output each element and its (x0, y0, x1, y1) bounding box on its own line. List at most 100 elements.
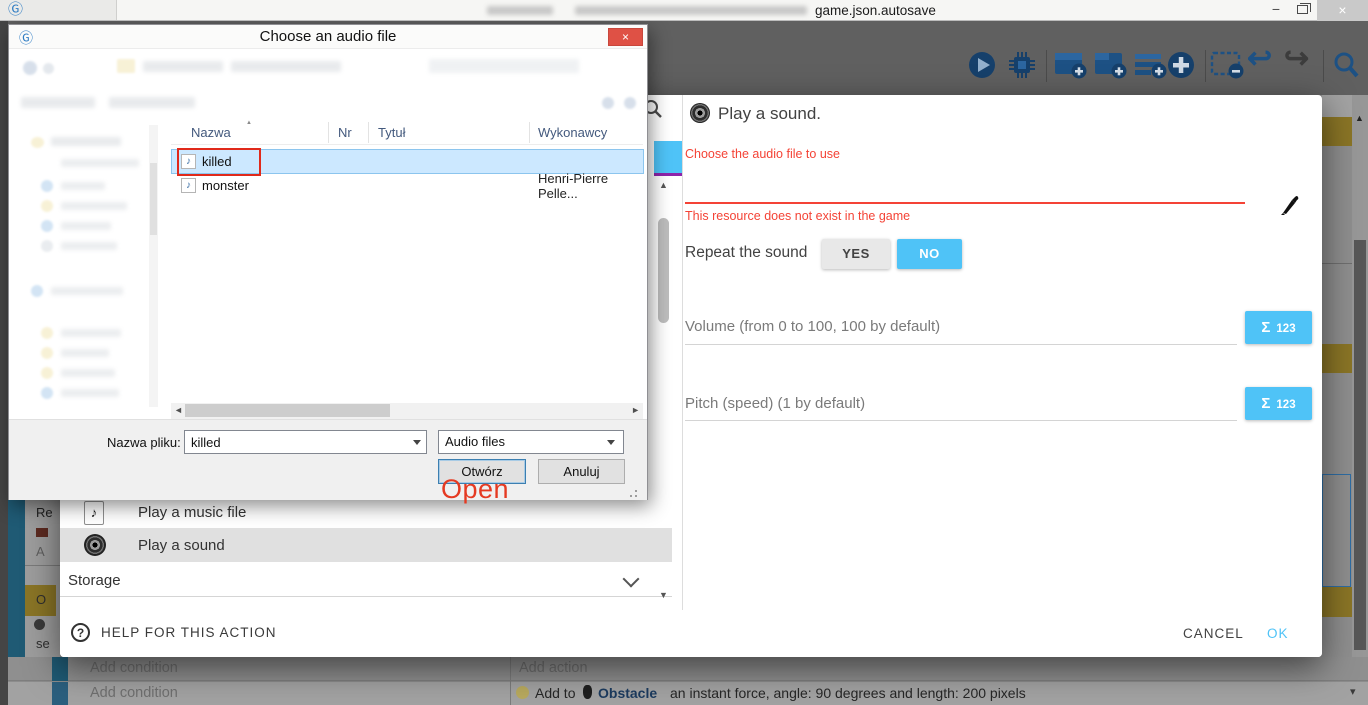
action-text-suffix: an instant force, angle: 90 degrees and … (670, 685, 1026, 701)
toolbar-separator (1046, 50, 1047, 82)
repeat-sound-label: Repeat the sound (685, 244, 807, 262)
horizontal-scrollbar[interactable]: ◄ ► (171, 403, 643, 419)
event-fragment-text: O (36, 592, 46, 607)
combo-arrow-icon[interactable] (413, 440, 421, 445)
scroll-up-icon[interactable]: ▲ (1355, 113, 1364, 123)
search-box-ghost[interactable] (429, 59, 579, 73)
redo-icon[interactable]: ↪ (1284, 44, 1309, 74)
help-icon: ? (71, 623, 90, 642)
forward-icon[interactable] (43, 63, 54, 74)
volume-field-label: Volume (from 0 to 100, 100 by default) (685, 318, 940, 335)
filetype-select[interactable]: Audio files (438, 430, 624, 454)
new-folder-ghost[interactable] (109, 97, 195, 108)
chevron-down-icon (623, 571, 640, 588)
search-icon[interactable] (1331, 50, 1361, 85)
blurred-title-text (487, 6, 553, 15)
pitch-expression-button[interactable]: Σ 123 (1245, 387, 1312, 420)
group-header-storage[interactable]: Storage (60, 565, 672, 597)
list-item-play-sound[interactable]: Play a sound (60, 528, 672, 562)
events-sheet-right-fragment: ▲ (1322, 95, 1368, 657)
file-row-monster[interactable]: ♪ monster Henri-Pierre Pelle... (172, 174, 643, 197)
column-separator[interactable] (328, 122, 329, 143)
address-path-ghost[interactable] (231, 61, 341, 72)
list-item-label: Play a music file (138, 504, 246, 521)
column-separator[interactable] (529, 122, 530, 143)
scrollbar-thumb[interactable] (150, 163, 157, 235)
add-comment-icon[interactable] (1133, 50, 1167, 85)
column-header-nr[interactable]: Nr (338, 121, 352, 144)
address-path-ghost[interactable] (143, 61, 223, 72)
column-header-performers[interactable]: Wykonawcy uczes... (538, 121, 647, 144)
audio-file-icon: ♪ (181, 178, 196, 193)
file-chooser-dialog: Ⓖ Choose an audio file × (8, 24, 648, 500)
filename-input[interactable] (184, 430, 427, 454)
caret-down-icon[interactable]: ▾ (1350, 685, 1356, 698)
event-fragment-text: A (36, 544, 45, 559)
minimize-button[interactable]: − (1266, 1, 1286, 21)
pitch-input[interactable] (685, 420, 1237, 421)
number-badge: 123 (1276, 323, 1295, 335)
organize-menu-ghost[interactable] (21, 97, 95, 108)
play-icon[interactable] (967, 50, 997, 85)
column-separator[interactable] (368, 122, 369, 143)
list-item-play-music-file[interactable]: ♪ Play a music file (60, 497, 672, 528)
repeat-yes-button[interactable]: YES (822, 239, 890, 269)
add-condition-button[interactable]: Add condition (90, 685, 178, 701)
close-window-button[interactable]: × (1317, 0, 1368, 21)
event-divider (1322, 263, 1352, 264)
delete-event-icon[interactable] (1210, 50, 1244, 85)
debug-icon[interactable] (1007, 50, 1037, 85)
dialog-footer: ? HELP FOR THIS ACTION CANCEL OK (60, 610, 1322, 657)
brush-edit-icon[interactable] (1277, 193, 1299, 220)
action-title: Play a sound. (718, 104, 821, 124)
add-sub-event-icon[interactable] (1093, 50, 1127, 85)
add-event-icon[interactable] (1053, 50, 1087, 85)
annotation-open-label: Open (441, 474, 509, 505)
toolbar-separator (1205, 50, 1206, 82)
window-title-autosave: game.json.autosave (815, 3, 936, 18)
group-label: Storage (68, 572, 121, 589)
repeat-no-button[interactable]: NO (897, 239, 962, 269)
volume-input[interactable] (685, 344, 1237, 345)
pitch-field-label: Pitch (speed) (1 by default) (685, 395, 865, 412)
column-header-title[interactable]: Tytuł (378, 121, 405, 144)
help-link-label: HELP FOR THIS ACTION (101, 625, 277, 640)
back-icon[interactable] (23, 61, 37, 75)
scrollbar-thumb[interactable] (185, 404, 390, 417)
window-titlebar: Ⓖ game.json.autosave − × (0, 0, 1368, 21)
sigma-icon: Σ (1261, 395, 1270, 412)
audio-file-input[interactable] (685, 202, 1245, 204)
combo-arrow-icon[interactable] (607, 440, 615, 445)
selected-category-tab[interactable] (654, 141, 682, 176)
annotation-highlight-box (177, 148, 261, 176)
undo-icon[interactable]: ↩ (1247, 44, 1272, 74)
help-icon-ghost[interactable] (624, 97, 636, 109)
column-header-name[interactable]: Nazwa (191, 121, 231, 144)
scroll-right-icon[interactable]: ► (631, 405, 640, 415)
file-dialog-close-button[interactable]: × (608, 28, 643, 46)
audio-file-field-label: Choose the audio file to use (685, 147, 840, 161)
add-action-button[interactable]: Add action (519, 660, 588, 676)
cancel-button[interactable]: Anuluj (538, 459, 625, 484)
file-dialog-footer: Nazwa pliku: Audio files Otwórz Anuluj (9, 419, 647, 500)
cancel-button[interactable]: CANCEL (1183, 626, 1244, 641)
ok-button[interactable]: OK (1267, 626, 1289, 641)
number-badge: 123 (1276, 399, 1295, 411)
condition-column-bar (52, 657, 68, 681)
scrollbar-thumb[interactable] (1354, 240, 1366, 650)
blurred-title-path (575, 6, 807, 15)
scroll-left-icon[interactable]: ◄ (174, 405, 183, 415)
scroll-down-icon[interactable]: ▼ (659, 590, 668, 600)
folder-icon (117, 59, 135, 73)
help-link[interactable]: ? HELP FOR THIS ACTION (71, 623, 277, 642)
add-icon[interactable] (1166, 50, 1196, 85)
scroll-up-icon[interactable]: ▲ (659, 180, 668, 190)
events-scrollbar[interactable]: ▲ (1352, 95, 1368, 657)
view-icon-ghost[interactable] (602, 97, 614, 109)
scrollbar-thumb[interactable] (658, 218, 669, 323)
tree-scrollbar[interactable] (149, 125, 158, 407)
volume-expression-button[interactable]: Σ123 (1245, 311, 1312, 344)
add-condition-button[interactable]: Add condition (90, 660, 178, 676)
events-sheet-left-fragment: Re A O se (8, 497, 60, 657)
force-action-icon (516, 686, 529, 699)
